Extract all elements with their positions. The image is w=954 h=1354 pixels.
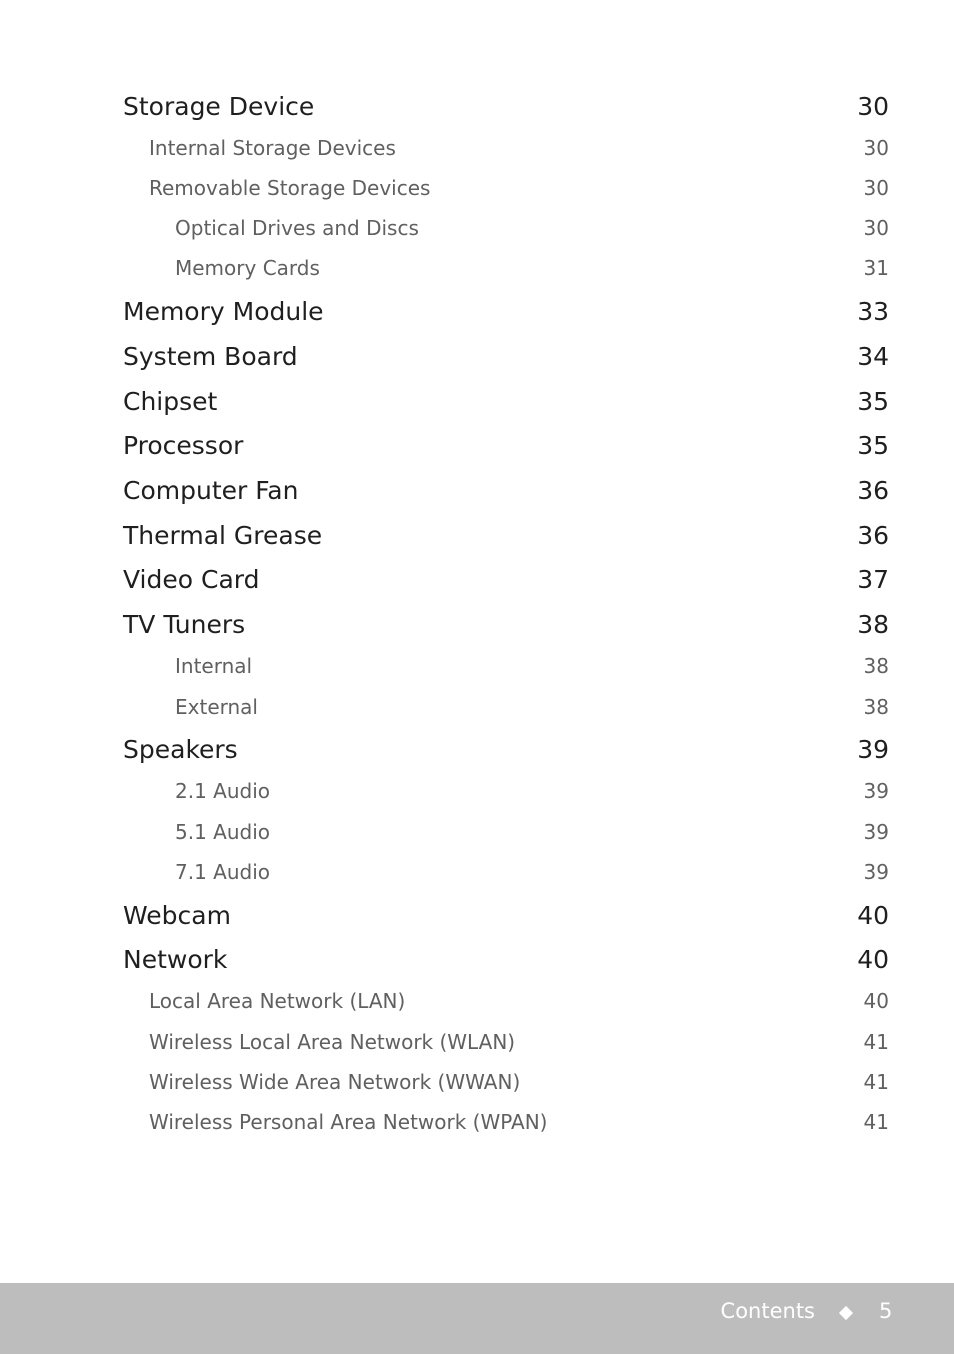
toc-entry-title[interactable]: Internal [175, 654, 252, 678]
page-footer: Contents 5 [0, 1283, 954, 1354]
toc-entry-page-number[interactable]: 39 [864, 820, 889, 844]
toc-entry[interactable]: Chipset 35 [0, 387, 954, 421]
toc-entry-title[interactable]: Wireless Wide Area Network (WWAN) [149, 1070, 520, 1094]
toc-entry-title[interactable]: Removable Storage Devices [149, 176, 430, 200]
toc-entry-page-number[interactable]: 31 [864, 256, 889, 280]
toc-entry-title[interactable]: Memory Cards [175, 256, 320, 280]
toc-entry-page-number[interactable]: 38 [864, 695, 889, 719]
toc-entry-title[interactable]: 2.1 Audio [175, 779, 270, 803]
toc-entry-title[interactable]: System Board [123, 342, 298, 371]
toc-entry-page-number[interactable]: 33 [857, 297, 889, 326]
toc-entry-page-number[interactable]: 34 [857, 342, 889, 371]
toc-entry[interactable]: System Board 34 [0, 342, 954, 376]
toc-entry[interactable]: Webcam 40 [0, 901, 954, 935]
toc-entry-title[interactable]: External [175, 695, 258, 719]
toc-entry[interactable]: 5.1 Audio 39 [0, 820, 954, 848]
toc-entry-page-number[interactable]: 39 [857, 735, 889, 764]
toc-entry-page-number[interactable]: 39 [864, 860, 889, 884]
toc-entry-title[interactable]: Computer Fan [123, 476, 298, 505]
toc-entry-title[interactable]: Optical Drives and Discs [175, 216, 419, 240]
toc-entry[interactable]: 7.1 Audio 39 [0, 860, 954, 888]
toc-entry-page-number[interactable]: 36 [857, 521, 889, 550]
toc-entry-title[interactable]: Video Card [123, 565, 259, 594]
footer-section-label: Contents [720, 1299, 815, 1323]
toc-entry[interactable]: Wireless Wide Area Network (WWAN) 41 [0, 1070, 954, 1098]
toc-entry[interactable]: Speakers 39 [0, 735, 954, 769]
diamond-icon [838, 1305, 854, 1321]
toc-entry-title[interactable]: Memory Module [123, 297, 324, 326]
toc-entry-page-number[interactable]: 40 [857, 945, 889, 974]
toc-entry[interactable]: 2.1 Audio 39 [0, 779, 954, 807]
toc-entry-title[interactable]: Storage Device [123, 92, 314, 121]
toc-entry-title[interactable]: Wireless Local Area Network (WLAN) [149, 1030, 515, 1054]
footer-page-number: 5 [879, 1299, 893, 1323]
toc-entry[interactable]: Removable Storage Devices 30 [0, 176, 954, 204]
toc-entry-page-number[interactable]: 35 [857, 387, 889, 416]
toc-entry[interactable]: Memory Cards 31 [0, 256, 954, 284]
toc-entry-page-number[interactable]: 30 [864, 216, 889, 240]
toc-entry-title[interactable]: Webcam [123, 901, 231, 930]
toc-entry-page-number[interactable]: 36 [857, 476, 889, 505]
toc-entry-title[interactable]: 7.1 Audio [175, 860, 270, 884]
toc-entry-title[interactable]: Processor [123, 431, 243, 460]
toc-entry-page-number[interactable]: 40 [857, 901, 889, 930]
toc-entry[interactable]: Local Area Network (LAN) 40 [0, 989, 954, 1017]
toc-entry[interactable]: Thermal Grease 36 [0, 521, 954, 555]
toc-entry[interactable]: External 38 [0, 695, 954, 723]
toc-entry[interactable]: Memory Module 33 [0, 297, 954, 331]
toc-entry-title[interactable]: 5.1 Audio [175, 820, 270, 844]
toc-entry-page-number[interactable]: 37 [857, 565, 889, 594]
toc-entry-title[interactable]: Network [123, 945, 227, 974]
toc-entry-page-number[interactable]: 39 [864, 779, 889, 803]
toc-entry[interactable]: Optical Drives and Discs 30 [0, 216, 954, 244]
toc-entry-page-number[interactable]: 40 [864, 989, 889, 1013]
toc-entry[interactable]: Storage Device 30 [0, 92, 954, 126]
toc-entry[interactable]: Video Card 37 [0, 565, 954, 599]
toc-entry[interactable]: Internal 38 [0, 654, 954, 682]
toc-entry-title[interactable]: Wireless Personal Area Network (WPAN) [149, 1110, 547, 1134]
toc-entry-page-number[interactable]: 38 [857, 610, 889, 639]
toc-entry-title[interactable]: Local Area Network (LAN) [149, 989, 405, 1013]
toc-entry-title[interactable]: Internal Storage Devices [149, 136, 396, 160]
toc-entry[interactable]: Wireless Personal Area Network (WPAN) 41 [0, 1110, 954, 1138]
toc-entry-page-number[interactable]: 41 [864, 1070, 889, 1094]
table-of-contents: Storage Device 30 Internal Storage Devices… [0, 0, 954, 1280]
toc-entry-page-number[interactable]: 30 [864, 176, 889, 200]
toc-entry[interactable]: Wireless Local Area Network (WLAN) 41 [0, 1030, 954, 1058]
toc-entry-page-number[interactable]: 41 [864, 1030, 889, 1054]
toc-entry[interactable]: TV Tuners 38 [0, 610, 954, 644]
toc-entry-title[interactable]: Thermal Grease [123, 521, 322, 550]
toc-entry-title[interactable]: Chipset [123, 387, 217, 416]
toc-entry[interactable]: Computer Fan 36 [0, 476, 954, 510]
toc-entry-page-number[interactable]: 41 [864, 1110, 889, 1134]
toc-entry-title[interactable]: TV Tuners [123, 610, 245, 639]
toc-entry-title[interactable]: Speakers [123, 735, 238, 764]
toc-entry[interactable]: Processor 35 [0, 431, 954, 465]
toc-entry-page-number[interactable]: 38 [864, 654, 889, 678]
toc-entry[interactable]: Internal Storage Devices 30 [0, 136, 954, 164]
toc-entry-page-number[interactable]: 35 [857, 431, 889, 460]
toc-entry[interactable]: Network 40 [0, 945, 954, 979]
toc-entry-page-number[interactable]: 30 [857, 92, 889, 121]
toc-entry-page-number[interactable]: 30 [864, 136, 889, 160]
